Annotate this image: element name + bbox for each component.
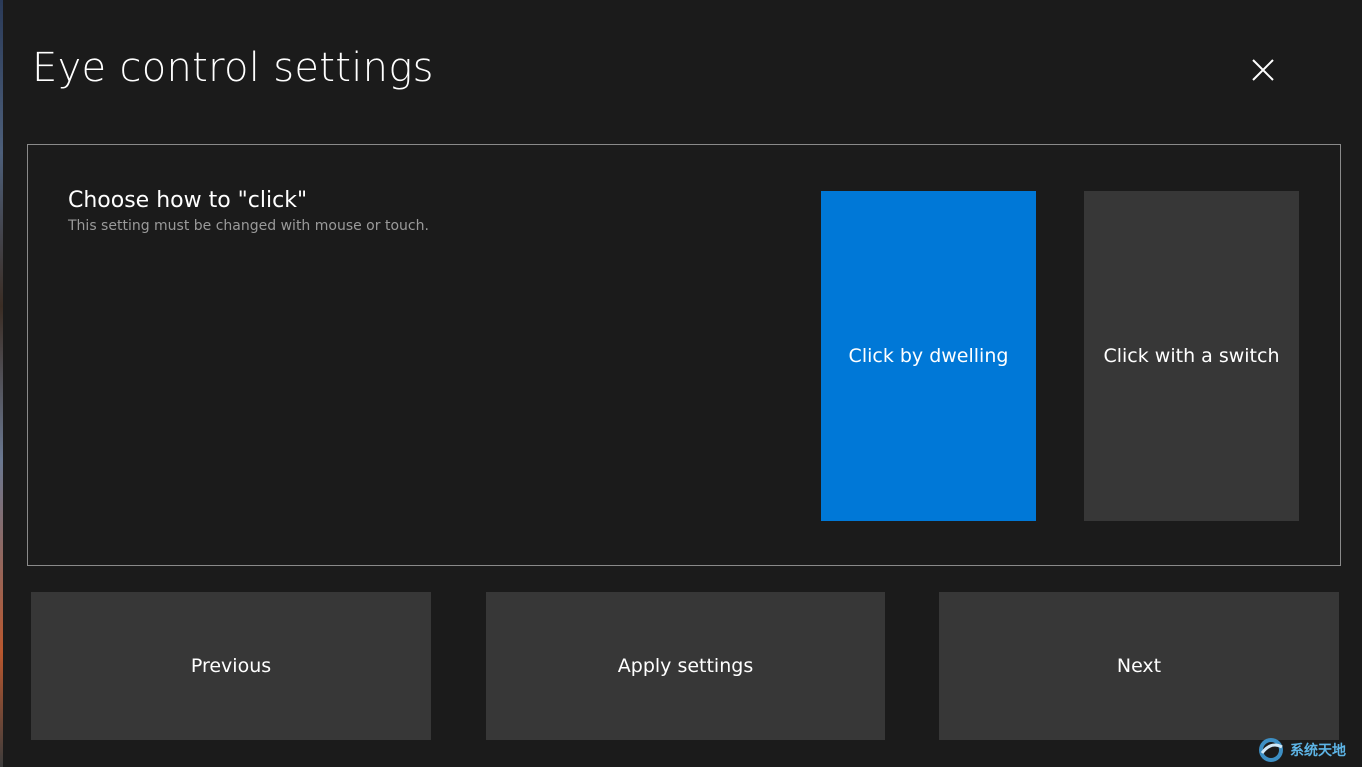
close-icon xyxy=(1252,59,1274,81)
page-title: Eye control settings xyxy=(32,45,434,91)
option-label: Click by dwelling xyxy=(848,345,1009,367)
click-by-dwelling-option[interactable]: Click by dwelling xyxy=(821,191,1036,521)
setting-description: This setting must be changed with mouse … xyxy=(68,218,429,234)
click-with-switch-option[interactable]: Click with a switch xyxy=(1084,191,1299,521)
previous-button[interactable]: Previous xyxy=(31,592,431,740)
next-button-label: Next xyxy=(1116,655,1162,677)
watermark-text: 系统天地 xyxy=(1290,743,1346,759)
watermark: 系统天地 xyxy=(1256,734,1362,766)
previous-button-label: Previous xyxy=(190,655,272,677)
watermark-logo-icon xyxy=(1259,738,1283,762)
apply-settings-button[interactable]: Apply settings xyxy=(486,592,885,740)
click-method-panel: Choose how to "click" This setting must … xyxy=(27,144,1341,566)
setting-heading: Choose how to "click" xyxy=(68,188,308,213)
window-edge xyxy=(0,0,3,767)
next-button[interactable]: Next xyxy=(939,592,1339,740)
eye-control-settings-window: Eye control settings Choose how to "clic… xyxy=(0,0,1362,767)
close-button[interactable] xyxy=(1243,50,1283,90)
apply-settings-button-label: Apply settings xyxy=(617,655,754,677)
option-label: Click with a switch xyxy=(1103,345,1280,367)
